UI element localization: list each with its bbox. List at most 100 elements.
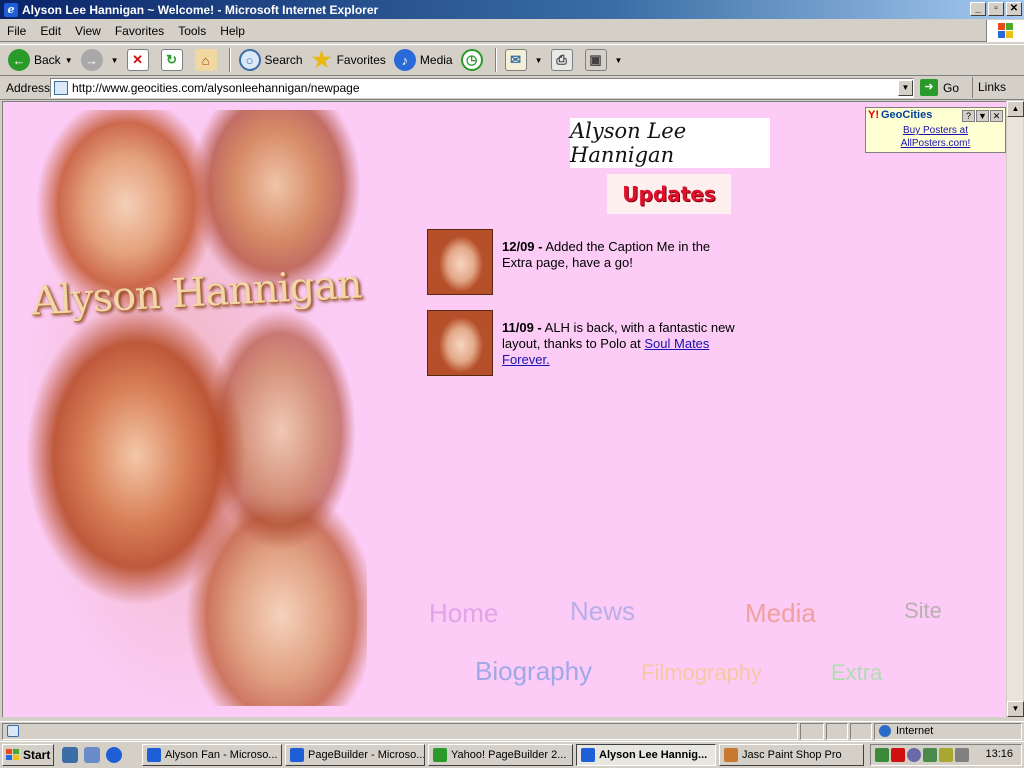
help-icon[interactable]: ?: [962, 110, 975, 122]
windows-logo-icon: [986, 20, 1024, 42]
task-alyson-fan[interactable]: Alyson Fan - Microso...: [142, 744, 282, 766]
page-icon: [54, 81, 68, 95]
update-text: 11/09 - ALH is back, with a fantastic ne…: [502, 320, 742, 368]
stop-button[interactable]: ✕: [123, 46, 157, 74]
edit-dropdown-icon[interactable]: ▼: [615, 56, 623, 65]
back-button[interactable]: ← Back ▼: [4, 46, 77, 74]
history-button[interactable]: ◷: [457, 46, 491, 74]
search-icon: ○: [238, 49, 261, 71]
quicklaunch-ie-icon[interactable]: [62, 747, 78, 763]
scroll-down-icon[interactable]: ▼: [1007, 701, 1024, 717]
task-label: PageBuilder - Microso...: [308, 749, 425, 761]
updates-heading: Updates: [622, 182, 716, 206]
address-label: Address: [6, 81, 51, 95]
links-button[interactable]: Links: [972, 77, 1006, 98]
zone-label: Internet: [896, 725, 934, 737]
edit-icon: ▣: [584, 49, 607, 71]
task-yahoo-pagebuilder[interactable]: Yahoo! PageBuilder 2...: [428, 744, 573, 766]
menu-help[interactable]: Help: [213, 24, 252, 38]
nav-home-link[interactable]: Home: [429, 598, 498, 629]
search-button[interactable]: ○ Search: [235, 46, 307, 74]
nav-biography-link[interactable]: Biography: [475, 656, 592, 687]
favorites-label: Favorites: [336, 53, 386, 67]
print-button[interactable]: ⎙: [547, 46, 581, 74]
task-pagebuilder[interactable]: PageBuilder - Microso...: [285, 744, 425, 766]
tray-misc-icon[interactable]: [955, 748, 969, 762]
mail-icon: ✉: [504, 49, 527, 71]
toolbar-separator-2: [494, 48, 497, 72]
maximize-button[interactable]: ▫: [988, 2, 1004, 16]
address-url: http://www.geocities.com/alysonleehannig…: [72, 81, 360, 95]
allposters-line-2: AllPosters.com!: [900, 138, 971, 149]
title-bar: e Alyson Lee Hannigan ~ Welcome! - Micro…: [0, 0, 1024, 19]
tray-volume-icon[interactable]: [907, 748, 921, 762]
menu-edit[interactable]: Edit: [33, 24, 68, 38]
menu-tools[interactable]: Tools: [171, 24, 213, 38]
ie-icon: [290, 748, 304, 762]
favorites-button[interactable]: ★ Favorites: [307, 46, 390, 74]
search-label: Search: [264, 53, 303, 67]
minimize-button[interactable]: _: [970, 2, 986, 16]
alyson-collage-image: Alyson Hannigan: [11, 110, 367, 706]
menu-favorites[interactable]: Favorites: [108, 24, 171, 38]
nav-filmography-link[interactable]: Filmography: [641, 660, 762, 686]
window-title: Alyson Lee Hannigan ~ Welcome! - Microso…: [22, 2, 379, 17]
stop-icon: ✕: [126, 49, 149, 71]
forward-button[interactable]: → ▼: [77, 46, 123, 74]
system-tray: 13:16: [870, 744, 1022, 766]
tray-app-icon[interactable]: [923, 748, 937, 762]
media-button[interactable]: ♪ Media: [390, 46, 457, 74]
close-button[interactable]: ✕: [1006, 2, 1022, 16]
allposters-line-1: Buy Posters at: [902, 125, 969, 136]
menu-file[interactable]: File: [0, 24, 33, 38]
update-date: 12/09 -: [502, 239, 543, 254]
clock[interactable]: 13:16: [985, 748, 1013, 760]
tray-pen-icon[interactable]: [939, 748, 953, 762]
windows-start-icon: [6, 749, 20, 761]
nav-extra-link[interactable]: Extra: [831, 660, 882, 686]
mail-button[interactable]: ✉ ▼: [501, 46, 547, 74]
edit-button[interactable]: ▣ ▼: [581, 46, 627, 74]
start-button[interactable]: Start: [2, 744, 54, 766]
status-extra: [850, 723, 872, 740]
mail-dropdown-icon[interactable]: ▼: [535, 56, 543, 65]
address-input[interactable]: http://www.geocities.com/alysonleehannig…: [50, 78, 914, 98]
update-date: 11/09 -: [502, 320, 542, 335]
scroll-up-icon[interactable]: ▲: [1007, 101, 1024, 117]
nav-news-link[interactable]: News: [570, 596, 635, 627]
address-dropdown-icon[interactable]: ▼: [898, 80, 913, 96]
media-globe-icon: ♪: [393, 49, 416, 71]
forward-arrow-icon: →: [80, 49, 103, 71]
quicklaunch-browser-icon[interactable]: [106, 747, 122, 763]
dropdown-icon[interactable]: ▼: [976, 110, 989, 122]
task-paint-shop-pro[interactable]: Jasc Paint Shop Pro: [719, 744, 864, 766]
refresh-button[interactable]: ↻: [157, 46, 191, 74]
task-label: Yahoo! PageBuilder 2...: [451, 749, 567, 761]
favorites-star-icon: ★: [311, 47, 332, 72]
tray-network-icon[interactable]: [875, 748, 889, 762]
nav-media-link[interactable]: Media: [745, 598, 816, 629]
site-logo: Alyson Lee Hannigan: [570, 118, 770, 168]
ie-icon: [147, 748, 161, 762]
task-alyson-lee-hannigan[interactable]: Alyson Lee Hannig...: [576, 744, 716, 766]
nav-site-link[interactable]: Site: [904, 598, 942, 624]
back-dropdown-icon[interactable]: ▼: [65, 56, 73, 65]
task-label: Alyson Fan - Microso...: [165, 749, 278, 761]
status-bar: Internet: [0, 721, 1024, 740]
standard-toolbar: ← Back ▼ → ▼ ✕ ↻ ⌂ ○ Search ★ Favorites …: [0, 44, 1024, 76]
page-status-icon: [7, 725, 19, 738]
update-thumbnail: [427, 310, 493, 376]
go-button[interactable]: ➜ Go: [920, 79, 959, 96]
vertical-scrollbar[interactable]: ▲ ▼: [1006, 101, 1024, 717]
update-item: 11/09 - ALH is back, with a fantastic ne…: [427, 310, 737, 376]
update-thumbnail: [427, 229, 493, 295]
close-icon[interactable]: ✕: [990, 110, 1003, 122]
forward-dropdown-icon[interactable]: ▼: [111, 56, 119, 65]
home-button[interactable]: ⌂: [191, 46, 225, 74]
status-lock: [826, 723, 848, 740]
quicklaunch-desktop-icon[interactable]: [84, 747, 100, 763]
tray-zonealarm-icon[interactable]: [891, 748, 905, 762]
address-bar: Address http://www.geocities.com/alysonl…: [0, 77, 1024, 100]
menu-view[interactable]: View: [68, 24, 108, 38]
allposters-link[interactable]: Buy Posters at AllPosters.com!: [866, 124, 1005, 150]
